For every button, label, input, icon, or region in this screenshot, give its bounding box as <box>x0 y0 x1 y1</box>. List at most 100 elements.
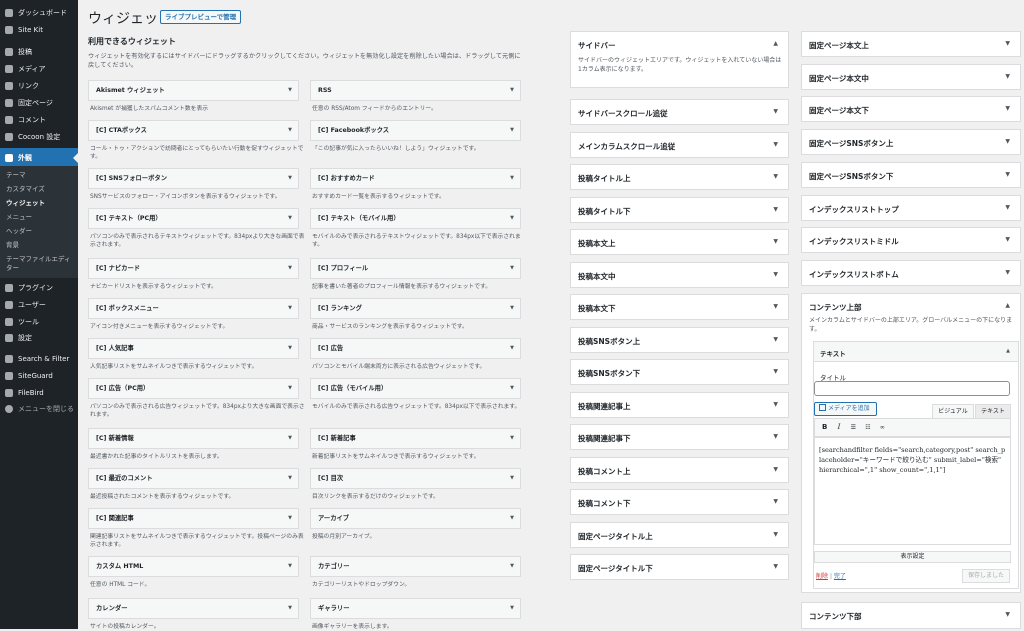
tab-visual[interactable]: ビジュアル <box>932 404 974 418</box>
widget-area[interactable]: 固定ページ本文上 ▼ <box>801 31 1021 57</box>
available-widget[interactable]: [C] Facebookボックス ▼ <box>310 120 521 141</box>
chevron-down-icon[interactable]: ▼ <box>288 259 292 278</box>
available-widget[interactable]: [C] テキスト（PC用） ▼ <box>88 208 299 229</box>
bold-icon[interactable]: B <box>822 423 827 431</box>
widget-area[interactable]: 固定ページSNSボタン上 ▼ <box>801 129 1021 156</box>
menu-sitekit[interactable]: Site Kit <box>0 20 78 40</box>
chevron-down-icon[interactable]: ▼ <box>510 259 514 278</box>
title-input[interactable] <box>814 381 1010 396</box>
chevron-down-icon[interactable]: ▼ <box>288 121 292 140</box>
available-widget[interactable]: [C] ボックスメニュー ▼ <box>88 298 299 319</box>
delete-link[interactable]: 削除 <box>816 573 828 580</box>
chevron-down-icon[interactable]: ▼ <box>288 339 292 358</box>
menu-settings[interactable]: 設定 <box>0 328 78 348</box>
display-settings-button[interactable]: 表示設定 <box>814 551 1011 563</box>
chevron-down-icon[interactable]: ▼ <box>288 209 292 228</box>
chevron-down-icon[interactable]: ▼ <box>288 509 292 528</box>
add-media-button[interactable]: メディアを追加 <box>814 402 877 416</box>
widget-area[interactable]: 投稿本文中 ▼ <box>570 261 789 288</box>
chevron-down-icon[interactable]: ▼ <box>1005 611 1010 618</box>
available-widget[interactable]: [C] プロフィール ▼ <box>310 258 521 279</box>
submenu-widgets[interactable]: ウィジェット <box>0 199 78 208</box>
widget-area[interactable]: サイドバースクロール追従 ▼ <box>570 99 789 125</box>
chevron-down-icon[interactable]: ▼ <box>773 303 778 310</box>
chevron-down-icon[interactable]: ▼ <box>510 557 514 576</box>
chevron-down-icon[interactable]: ▼ <box>288 299 292 318</box>
chevron-down-icon[interactable]: ▼ <box>1005 204 1010 211</box>
widget-area[interactable]: インデックスリストボトム ▼ <box>801 259 1021 286</box>
chevron-down-icon[interactable]: ▼ <box>773 206 778 213</box>
available-widget[interactable]: カスタム HTML ▼ <box>88 556 299 577</box>
widget-area[interactable]: 投稿タイトル上 ▼ <box>570 164 789 190</box>
chevron-up-icon[interactable]: ▲ <box>773 40 778 47</box>
text-widget-content[interactable]: [searchandfilter fields="search,category… <box>814 437 1011 545</box>
widget-area[interactable]: 投稿コメント下 ▼ <box>570 489 789 515</box>
chevron-down-icon[interactable]: ▼ <box>773 563 778 570</box>
chevron-down-icon[interactable]: ▼ <box>510 209 514 228</box>
submenu-themes[interactable]: テーマ <box>0 171 78 180</box>
done-link[interactable]: 完了 <box>834 573 846 580</box>
available-widget[interactable]: [C] 最近のコメント ▼ <box>88 468 299 489</box>
chevron-down-icon[interactable]: ▼ <box>510 169 514 188</box>
chevron-down-icon[interactable]: ▼ <box>288 469 292 488</box>
chevron-down-icon[interactable]: ▼ <box>288 169 292 188</box>
chevron-down-icon[interactable]: ▼ <box>1005 171 1010 178</box>
available-widget[interactable]: カテゴリー ▼ <box>310 556 521 577</box>
available-widget[interactable]: RSS ▼ <box>310 80 521 101</box>
bullet-list-icon[interactable]: ☰ <box>851 424 856 431</box>
available-widget[interactable]: [C] 目次 ▼ <box>310 468 521 489</box>
chevron-down-icon[interactable]: ▼ <box>773 173 778 180</box>
available-widget[interactable]: [C] おすすめカード ▼ <box>310 168 521 189</box>
submenu-theme-editor-cont[interactable]: ター <box>0 264 78 273</box>
widget-area[interactable]: 投稿SNSボタン下 ▼ <box>570 359 789 385</box>
chevron-down-icon[interactable]: ▼ <box>510 469 514 488</box>
numbered-list-icon[interactable]: ☷ <box>865 424 870 431</box>
widget-area[interactable]: 投稿コメント上 ▼ <box>570 456 789 483</box>
chevron-down-icon[interactable]: ▼ <box>1005 138 1010 145</box>
widget-area[interactable]: 投稿SNSボタン上 ▼ <box>570 326 789 353</box>
available-widget[interactable]: [C] 広告（モバイル用） ▼ <box>310 378 521 399</box>
chevron-down-icon[interactable]: ▼ <box>773 271 778 278</box>
chevron-up-icon[interactable]: ▲ <box>1006 348 1010 354</box>
chevron-down-icon[interactable]: ▼ <box>510 599 514 618</box>
widget-area[interactable]: 固定ページタイトル下 ▼ <box>570 554 789 580</box>
available-widget[interactable]: Akismet ウィジェット ▼ <box>88 80 299 101</box>
chevron-up-icon[interactable]: ▲ <box>1005 302 1010 309</box>
widget-area[interactable]: 固定ページ本文下 ▼ <box>801 96 1021 123</box>
chevron-down-icon[interactable]: ▼ <box>773 368 778 375</box>
chevron-down-icon[interactable]: ▼ <box>510 379 514 398</box>
widget-area[interactable]: 固定ページ本文中 ▼ <box>801 63 1021 90</box>
available-widget[interactable]: アーカイブ ▼ <box>310 508 521 529</box>
chevron-down-icon[interactable]: ▼ <box>773 498 778 505</box>
chevron-down-icon[interactable]: ▼ <box>1005 105 1010 112</box>
chevron-down-icon[interactable]: ▼ <box>773 108 778 115</box>
available-widget[interactable]: [C] 新着情報 ▼ <box>88 428 299 449</box>
chevron-down-icon[interactable]: ▼ <box>1005 40 1010 47</box>
saved-button[interactable]: 保存しました <box>962 569 1010 583</box>
widget-area[interactable]: メインカラムスクロール追従 ▼ <box>570 131 789 158</box>
widget-area[interactable]: インデックスリストトップ ▼ <box>801 194 1021 221</box>
widget-area[interactable]: 固定ページSNSボタン下 ▼ <box>801 161 1021 188</box>
widget-area[interactable]: インデックスリストミドル ▼ <box>801 227 1021 254</box>
chevron-down-icon[interactable]: ▼ <box>773 336 778 343</box>
available-widget[interactable]: [C] SNSフォローボタン ▼ <box>88 168 299 189</box>
chevron-down-icon[interactable]: ▼ <box>773 466 778 473</box>
menu-cocoon[interactable]: Cocoon 設定 <box>0 127 78 147</box>
chevron-down-icon[interactable]: ▼ <box>773 401 778 408</box>
chevron-down-icon[interactable]: ▼ <box>510 339 514 358</box>
tab-text[interactable]: テキスト <box>975 404 1011 418</box>
submenu-header[interactable]: ヘッダー <box>0 227 78 236</box>
widget-area[interactable]: 投稿関連記事下 ▼ <box>570 424 789 450</box>
chevron-down-icon[interactable]: ▼ <box>773 433 778 440</box>
widget-area[interactable]: 投稿関連記事上 ▼ <box>570 391 789 418</box>
widget-area[interactable]: 投稿本文上 ▼ <box>570 229 789 255</box>
available-widget[interactable]: [C] ナビカード ▼ <box>88 258 299 279</box>
chevron-down-icon[interactable]: ▼ <box>510 429 514 448</box>
available-widget[interactable]: [C] CTAボックス ▼ <box>88 120 299 141</box>
available-widget[interactable]: [C] テキスト（モバイル用） ▼ <box>310 208 521 229</box>
chevron-down-icon[interactable]: ▼ <box>288 429 292 448</box>
available-widget[interactable]: [C] 人気記事 ▼ <box>88 338 299 359</box>
widget-area[interactable]: サイドバー ▲ サイドバーのウィジェットエリアです。ウィジェットを入れていない場合は… <box>570 31 789 88</box>
available-widget[interactable]: カレンダー ▼ <box>88 598 299 619</box>
available-widget[interactable]: [C] 広告 ▼ <box>310 338 521 359</box>
